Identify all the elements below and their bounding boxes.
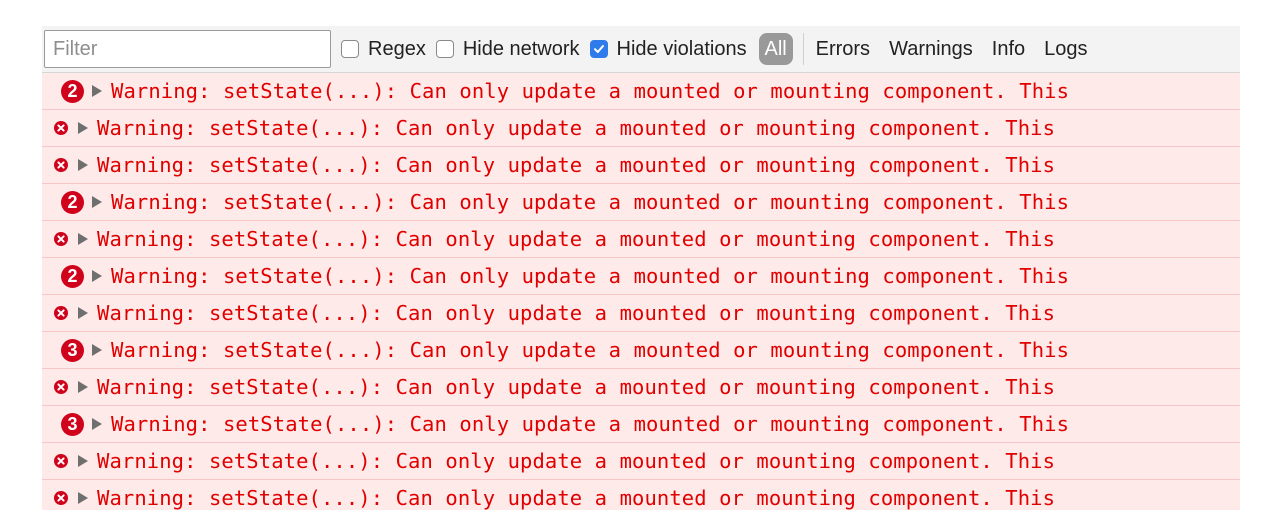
level-logs-button[interactable]: Logs	[1044, 38, 1087, 61]
log-message-text: Warning: setState(...): Can only update …	[97, 116, 1056, 140]
log-row[interactable]: Warning: setState(...): Can only update …	[42, 295, 1240, 332]
console-toolbar: Regex Hide network Hide violations All E…	[42, 26, 1240, 73]
log-row[interactable]: Warning: setState(...): Can only update …	[42, 443, 1240, 480]
log-row[interactable]: Warning: setState(...): Can only update …	[42, 110, 1240, 147]
log-row[interactable]: 2 Warning: setState(...): Can only update…	[42, 73, 1240, 110]
log-message-text: Warning: setState(...): Can only update …	[97, 449, 1056, 473]
level-all-button[interactable]: All	[758, 33, 793, 65]
hide-network-option[interactable]: Hide network	[435, 37, 580, 61]
log-message-text: Warning: setState(...): Can only update …	[97, 301, 1056, 325]
expand-triangle-icon[interactable]	[78, 455, 88, 467]
expand-triangle-icon[interactable]	[78, 233, 88, 245]
log-message-text: Warning: setState(...): Can only update …	[97, 153, 1056, 177]
checkmark-icon	[593, 45, 604, 53]
error-circle-icon	[54, 121, 68, 135]
hide-violations-checkbox[interactable]	[589, 40, 608, 58]
filter-input[interactable]	[44, 30, 331, 68]
log-row[interactable]: 2 Warning: setState(...): Can only update…	[42, 258, 1240, 295]
toolbar-divider	[802, 33, 804, 65]
expand-triangle-icon[interactable]	[92, 344, 102, 356]
repeat-count-badge: 3	[61, 412, 84, 436]
hide-network-label: Hide network	[462, 37, 580, 60]
level-warnings-button[interactable]: Warnings	[889, 38, 973, 61]
console-panel: Regex Hide network Hide violations All E…	[42, 26, 1240, 510]
error-circle-icon	[54, 454, 68, 468]
log-row[interactable]: Warning: setState(...): Can only update …	[42, 221, 1240, 258]
level-info-button[interactable]: Info	[992, 38, 1025, 61]
hide-violations-label: Hide violations	[616, 37, 747, 60]
log-row[interactable]: Warning: setState(...): Can only update …	[42, 480, 1240, 510]
log-message-text: Warning: setState(...): Can only update …	[111, 79, 1070, 103]
expand-triangle-icon[interactable]	[78, 492, 88, 504]
level-errors-button[interactable]: Errors	[816, 38, 870, 61]
log-row[interactable]: 2 Warning: setState(...): Can only update…	[42, 184, 1240, 221]
error-circle-icon	[54, 491, 68, 505]
expand-triangle-icon[interactable]	[92, 196, 102, 208]
hide-network-checkbox[interactable]	[435, 40, 454, 58]
regex-option[interactable]: Regex	[341, 38, 426, 61]
hide-violations-option[interactable]: Hide violations	[589, 37, 747, 61]
expand-triangle-icon[interactable]	[78, 159, 88, 171]
error-circle-icon	[54, 232, 68, 246]
console-messages: 2 Warning: setState(...): Can only update…	[42, 73, 1240, 510]
expand-triangle-icon[interactable]	[92, 85, 102, 97]
expand-triangle-icon[interactable]	[78, 307, 88, 319]
log-message-text: Warning: setState(...): Can only update …	[111, 412, 1070, 436]
log-message-text: Warning: setState(...): Can only update …	[111, 190, 1070, 214]
log-message-text: Warning: setState(...): Can only update …	[111, 338, 1070, 362]
regex-label: Regex	[368, 37, 426, 60]
log-message-text: Warning: setState(...): Can only update …	[97, 227, 1056, 251]
log-message-text: Warning: setState(...): Can only update …	[111, 264, 1070, 288]
log-row[interactable]: 3 Warning: setState(...): Can only update…	[42, 406, 1240, 443]
error-circle-icon	[54, 380, 68, 394]
expand-triangle-icon[interactable]	[92, 270, 102, 282]
expand-triangle-icon[interactable]	[78, 122, 88, 134]
expand-triangle-icon[interactable]	[78, 381, 88, 393]
log-row[interactable]: 3 Warning: setState(...): Can only update…	[42, 332, 1240, 369]
log-row[interactable]: Warning: setState(...): Can only update …	[42, 369, 1240, 406]
log-row[interactable]: Warning: setState(...): Can only update …	[42, 147, 1240, 184]
log-message-text: Warning: setState(...): Can only update …	[97, 486, 1056, 510]
regex-checkbox[interactable]	[341, 40, 359, 58]
repeat-count-badge: 2	[61, 264, 84, 288]
repeat-count-badge: 3	[61, 338, 84, 362]
expand-triangle-icon[interactable]	[92, 418, 102, 430]
repeat-count-badge: 2	[61, 190, 84, 214]
error-circle-icon	[54, 158, 68, 172]
error-circle-icon	[54, 306, 68, 320]
repeat-count-badge: 2	[61, 79, 84, 103]
log-message-text: Warning: setState(...): Can only update …	[97, 375, 1056, 399]
